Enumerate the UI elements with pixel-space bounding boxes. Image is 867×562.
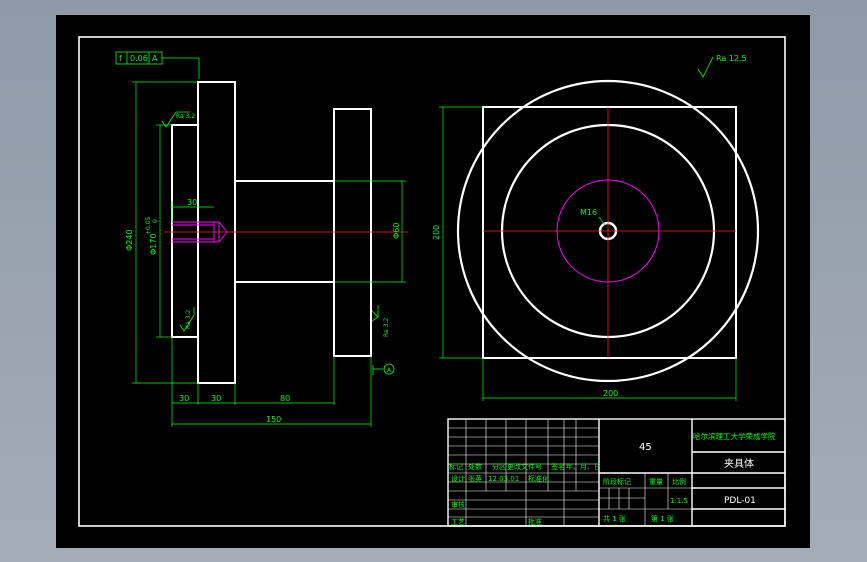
fcf-datum: A [152,54,158,63]
roughness-bottom-text: Ra 3.2 [185,310,192,329]
cad-drawing: f 0.06 A Φ240 Φ170 +0.05 0 30 Φ60 30 30 … [78,36,786,527]
dim-bore-diameter-text: Φ170 [149,233,158,255]
title-block: 标记 处数 分区 更改文件号 签名 年、月、日 设计 张英 12.03.01 标… [447,418,786,527]
stage-label: 阶段标记 [603,477,631,486]
dim-front-height [439,106,483,359]
weight-label: 重量 [649,478,663,486]
sheet-current: 第 1 张 [651,514,674,523]
design-label: 设计 [451,474,465,483]
review-label: 审核 [451,500,465,509]
rev-header-zone: 分区 [492,462,506,471]
fcf-tolerance: 0.06 [130,54,148,63]
bore-tol-lower: 0 [152,219,159,223]
dim-bore-diameter [156,124,172,338]
rev-header-count: 处数 [468,462,482,471]
rev-header-sign: 签名 [551,462,565,471]
datum-label: A [387,367,392,374]
designer-name: 张英 [468,474,482,483]
part-name: 夹具体 [724,457,754,470]
dim-thickness-2-text: 30 [211,394,221,403]
dim-front-width-text: 200 [603,389,618,398]
roughness-general-text: Ra 12.5 [716,54,747,63]
material-text: 45 [639,442,652,453]
square-flange [482,106,737,359]
scale-value: 1:1.5 [670,497,688,505]
bore-tol-upper: +0.05 [145,216,152,235]
school-name: 哈尔滨理工大学荣成学院 [693,431,776,441]
process-label: 工艺 [451,518,465,526]
side-view: f 0.06 A Φ240 Φ170 +0.05 0 30 Φ60 30 30 … [115,51,408,427]
roughness-general [697,56,714,78]
center-hole-label: M16 [580,208,597,217]
dim-thickness-1-text: 30 [179,394,189,403]
dim-front-height-text: 200 [432,225,441,240]
dim-overall-length-text: 150 [266,415,281,424]
fcf-symbol: f [119,54,122,63]
feature-control-frame: f 0.06 A [115,51,200,79]
drawing-number: PDL-01 [724,496,756,506]
dim-boss-diameter-text: Φ60 [392,223,401,239]
dim-outer-diameter-text: Φ240 [125,229,134,251]
front-view: M16 200 200 Ra 12.5 [432,54,760,401]
cad-viewport[interactable]: f 0.06 A Φ240 Φ170 +0.05 0 30 Φ60 30 30 … [56,15,810,548]
approve-label: 批准 [528,517,542,526]
dim-thread-depth-text: 30 [187,198,197,207]
roughness-symbol [371,305,379,322]
rev-header-mark: 标记 [449,462,463,471]
part-outline-side [171,81,372,384]
rev-header-date: 年、月、日 [566,462,601,471]
roughness-top-text: Ra 3.2 [176,113,195,120]
roughness-right-text: Ra 3.2 [383,318,390,337]
rev-header-file: 更改文件号 [507,462,542,471]
dim-neck-length-text: 80 [280,394,290,403]
sheets-total: 共 1 张 [603,514,626,523]
standard-label: 标准化 [528,474,549,483]
drawing-border [78,36,786,527]
design-date: 12.03.01 [488,475,519,483]
scale-label: 比例 [672,477,686,486]
